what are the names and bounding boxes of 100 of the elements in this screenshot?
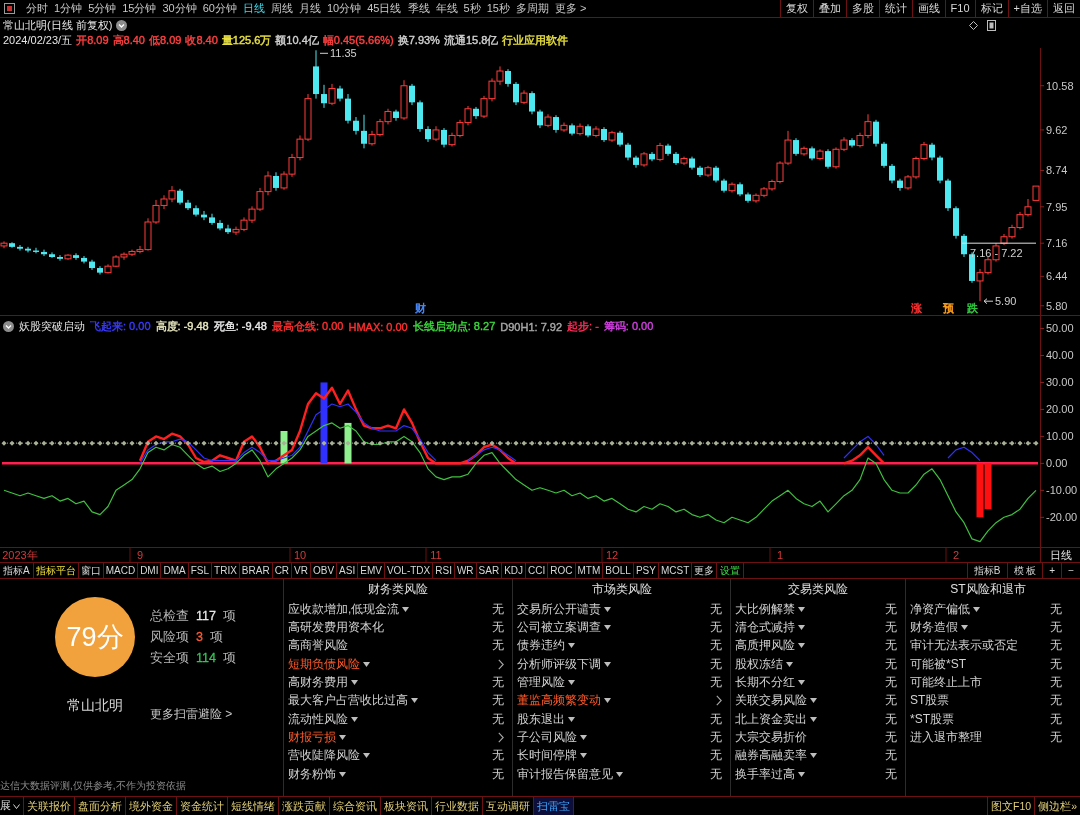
chevron-circle-icon[interactable] [116, 20, 128, 31]
caret-down-icon[interactable] [339, 771, 346, 777]
caret-down-icon[interactable] [568, 643, 575, 649]
period-tab[interactable]: 15分钟 [119, 0, 160, 17]
period-tab[interactable]: 日线 [240, 0, 268, 17]
period-tab[interactable]: 5秒 [460, 0, 484, 17]
period-tab[interactable]: 季线 [404, 0, 433, 17]
chevron-right-icon[interactable] [498, 658, 504, 670]
caret-down-icon[interactable] [973, 606, 980, 612]
candle-wick [323, 84, 325, 109]
indicator-tab[interactable]: DMI [138, 563, 162, 578]
period-tab[interactable]: 多周期 [512, 0, 552, 17]
more-scan-link[interactable]: 更多扫雷避险 > [150, 706, 233, 723]
bottom-tab[interactable]: 综合资讯 [330, 797, 381, 815]
chevron-right-icon[interactable] [716, 695, 722, 707]
caret-down-icon[interactable] [798, 679, 805, 685]
settings-button[interactable]: 设置 [717, 563, 745, 578]
bottom-tab[interactable]: 扫雷宝 [534, 797, 574, 815]
period-tab[interactable]: 60分钟 [199, 0, 240, 17]
caret-down-icon[interactable] [798, 643, 805, 649]
caret-down-icon[interactable] [798, 606, 805, 612]
caret-down-icon[interactable] [604, 606, 611, 612]
caret-down-icon[interactable] [351, 716, 358, 722]
caret-down-icon[interactable] [810, 698, 817, 704]
caret-down-icon[interactable] [604, 698, 611, 704]
indicator-tab[interactable]: EMV [358, 563, 385, 578]
indicator-tab[interactable]: DMA [161, 563, 189, 578]
bottom-tab[interactable]: 板块资讯 [381, 797, 432, 815]
period-tab[interactable]: 30分钟 [159, 0, 200, 17]
indicator-tab[interactable]: CR [272, 563, 293, 578]
caret-down-icon[interactable] [339, 734, 346, 740]
indicator-tab[interactable]: VOL-TDX [384, 563, 434, 578]
bottom-link-button[interactable]: 侧边栏» [1034, 797, 1080, 815]
caret-down-icon[interactable] [786, 661, 793, 667]
bottom-link-button[interactable]: 图文F10 [987, 797, 1035, 815]
caret-down-icon[interactable] [580, 753, 587, 759]
caret-down-icon[interactable] [568, 679, 575, 685]
caret-down-icon[interactable] [604, 625, 611, 630]
caret-down-icon[interactable] [411, 698, 418, 704]
caret-down-icon[interactable] [363, 661, 370, 667]
bottom-tab[interactable]: 短线情绪 [228, 797, 279, 815]
caret-down-icon[interactable] [798, 625, 805, 630]
period-tab[interactable]: 1分钟 [51, 0, 86, 17]
indicator-tab[interactable]: OBV [311, 563, 338, 578]
indicator-tool-button[interactable]: 模 板 [1006, 563, 1043, 578]
indicator-tab[interactable]: TRIX [212, 563, 240, 578]
indicator-tool-button[interactable]: 指标B [966, 563, 1007, 578]
period-tab[interactable]: 45日线 [364, 0, 405, 17]
indicator-tab[interactable]: SAR [476, 563, 503, 578]
rectangle-icon[interactable] [987, 20, 996, 31]
window-icon[interactable] [4, 3, 15, 14]
indicator-tab[interactable]: KDJ [502, 563, 527, 578]
period-tab[interactable]: 10分钟 [324, 0, 365, 17]
bottom-tab[interactable]: 行业数据 [432, 797, 483, 815]
period-tab[interactable]: 15秒 [483, 0, 513, 17]
caret-down-icon[interactable] [604, 661, 611, 667]
caret-down-icon[interactable] [363, 753, 370, 759]
indicator-tab[interactable]: BOLL [603, 563, 634, 578]
caret-down-icon[interactable] [580, 734, 587, 740]
indicator-tab[interactable]: CCI [526, 563, 549, 578]
bottom-tab[interactable]: 境外资金 [126, 797, 177, 815]
caret-down-icon[interactable] [351, 679, 358, 685]
indicator-tab[interactable]: MCST [658, 563, 693, 578]
indicator-tool-button[interactable]: + [1042, 563, 1062, 578]
expand-button[interactable]: 展 [0, 797, 24, 815]
indicator-tab[interactable]: VR [292, 563, 311, 578]
period-tab[interactable]: 年线 [432, 0, 461, 17]
indicator-tab[interactable]: WR [454, 563, 477, 578]
caret-down-icon[interactable] [810, 753, 817, 759]
indicator-tab[interactable]: ROC [548, 563, 576, 578]
bottom-tab[interactable]: 盘面分析 [75, 797, 126, 815]
caret-down-icon[interactable] [798, 771, 805, 777]
bottom-tab[interactable]: 关联报价 [24, 797, 75, 815]
indicator-tab[interactable]: 窗口 [78, 563, 104, 578]
bottom-tab[interactable]: 涨跌贡献 [279, 797, 330, 815]
indicator-tab[interactable]: ASI [337, 563, 359, 578]
indicator-tab[interactable]: PSY [633, 563, 659, 578]
period-tab[interactable]: 5分钟 [85, 0, 120, 17]
caret-down-icon[interactable] [961, 625, 968, 630]
indicator-tool-button[interactable]: − [1061, 563, 1080, 578]
chevron-right-icon[interactable] [498, 731, 504, 743]
bottom-tab[interactable]: 资金统计 [177, 797, 228, 815]
indicator-tab[interactable]: MACD [103, 563, 139, 578]
indicator-tab[interactable]: 指标平台 [33, 563, 79, 578]
caret-down-icon[interactable] [568, 716, 575, 722]
indicator-tab[interactable]: 更多 [692, 563, 718, 578]
indicator-tab[interactable]: MTM [575, 563, 604, 578]
indicator-tab[interactable]: RSI [433, 563, 455, 578]
chevron-circle-icon[interactable] [3, 321, 14, 332]
caret-down-icon[interactable] [810, 716, 817, 722]
indicator-tab[interactable]: BRAR [239, 563, 273, 578]
period-tab[interactable]: 周线 [268, 0, 296, 17]
period-tab[interactable]: 更多 > [551, 0, 590, 17]
indicator-tab[interactable]: FSL [188, 563, 213, 578]
diamond-icon[interactable] [969, 21, 978, 30]
caret-down-icon[interactable] [402, 606, 410, 612]
period-tab[interactable]: 分时 [23, 0, 51, 17]
caret-down-icon[interactable] [616, 771, 623, 777]
caret-down-icon[interactable] [13, 803, 20, 809]
period-tab[interactable]: 月线 [296, 0, 324, 17]
